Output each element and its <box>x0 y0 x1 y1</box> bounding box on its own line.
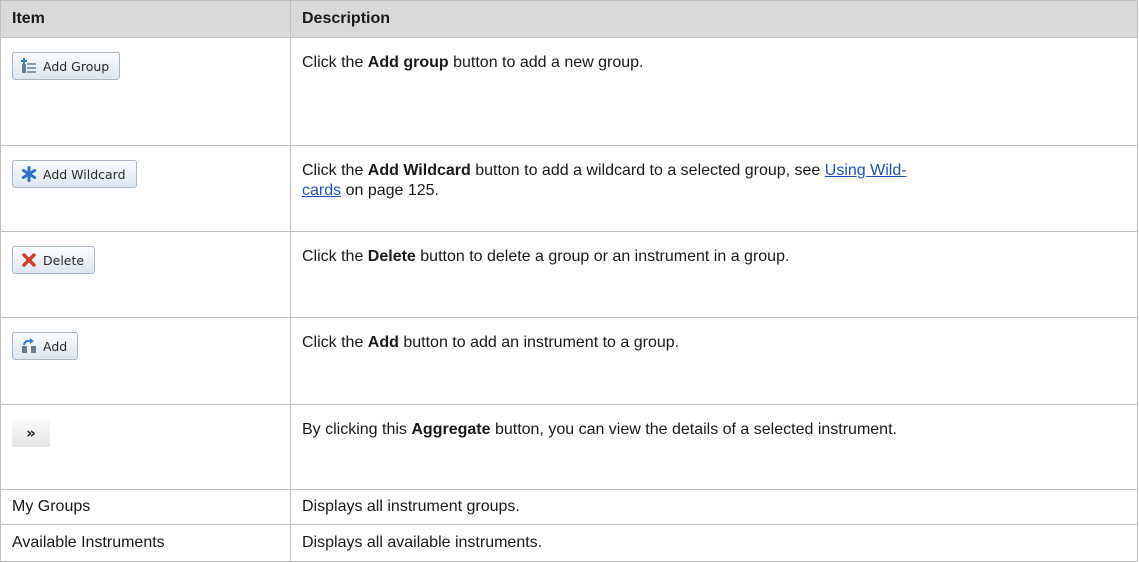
desc-text: button to add an instrument to a group. <box>398 334 680 351</box>
desc-bold-term: Add group <box>367 54 449 71</box>
add-wildcard-button-label: Add Wildcard <box>43 166 126 182</box>
description-cell: Displays all available instruments. <box>290 524 1138 562</box>
item-cell: Add <box>0 317 291 405</box>
description-cell: Click the Delete button to delete a grou… <box>290 231 1138 318</box>
wildcard-star-icon <box>21 166 37 182</box>
header-item: Item <box>0 0 291 38</box>
desc-text: Click the <box>302 162 368 179</box>
add-wildcard-button[interactable]: Add Wildcard <box>12 160 137 188</box>
table-row: My Groups Displays all instrument groups… <box>0 489 1138 525</box>
item-description-table: Item Description Add Group Click the Add… <box>0 0 1138 562</box>
desc-text: Click the <box>302 334 368 351</box>
table-row: Add Click the Add button to add an instr… <box>0 317 1138 405</box>
desc-bold-term: Aggregate <box>411 421 491 438</box>
delete-button-label: Delete <box>43 252 85 268</box>
table-row: Delete Click the Delete button to delete… <box>0 231 1138 318</box>
delete-button[interactable]: Delete <box>12 246 96 274</box>
item-text-cell: Available Instruments <box>0 524 291 562</box>
desc-text: button, you can view the details of a se… <box>490 421 897 438</box>
add-instrument-icon <box>21 338 37 354</box>
item-cell: » <box>0 404 291 490</box>
add-button[interactable]: Add <box>12 332 79 360</box>
description-cell: Click the Add button to add an instrumen… <box>290 317 1138 405</box>
table-header-row: Item Description <box>0 0 1138 38</box>
link-text-part2: cards <box>302 182 342 199</box>
add-group-button-label: Add Group <box>43 58 110 74</box>
item-text-cell: My Groups <box>0 489 291 525</box>
item-cell: Delete <box>0 231 291 318</box>
add-group-icon <box>21 58 37 74</box>
table-row: » By clicking this Aggregate button, you… <box>0 404 1138 490</box>
desc-text: Click the <box>302 248 368 265</box>
table-row: Available Instruments Displays all avail… <box>0 524 1138 562</box>
desc-bold-term: Add <box>367 334 399 351</box>
add-button-label: Add <box>43 338 68 354</box>
description-cell: By clicking this Aggregate button, you c… <box>290 404 1138 490</box>
header-description: Description <box>290 0 1138 38</box>
add-group-button[interactable]: Add Group <box>12 52 121 80</box>
desc-text: on page 125. <box>341 182 439 199</box>
description-cell: Click the Add group button to add a new … <box>290 37 1138 146</box>
table-row: Add Wildcard Click the Add Wildcard butt… <box>0 145 1138 232</box>
aggregate-button[interactable]: » <box>12 419 50 447</box>
desc-bold-term: Delete <box>367 248 416 265</box>
desc-text: By clicking this <box>302 421 412 438</box>
desc-text: Click the <box>302 54 368 71</box>
link-text-part1: Using Wild- <box>824 162 907 179</box>
item-cell: Add Group <box>0 37 291 146</box>
desc-text: button to delete a group or an instrumen… <box>415 248 790 265</box>
description-cell: Displays all instrument groups. <box>290 489 1138 525</box>
description-cell: Click the Add Wildcard button to add a w… <box>290 145 1138 232</box>
table-row: Add Group Click the Add group button to … <box>0 37 1138 146</box>
delete-x-icon <box>21 252 37 268</box>
desc-bold-term: Add Wildcard <box>367 162 471 179</box>
item-cell: Add Wildcard <box>0 145 291 232</box>
desc-text: button to add a new group. <box>448 54 644 71</box>
desc-text: button to add a wildcard to a selected g… <box>470 162 825 179</box>
double-chevron-right-icon: » <box>26 424 36 442</box>
